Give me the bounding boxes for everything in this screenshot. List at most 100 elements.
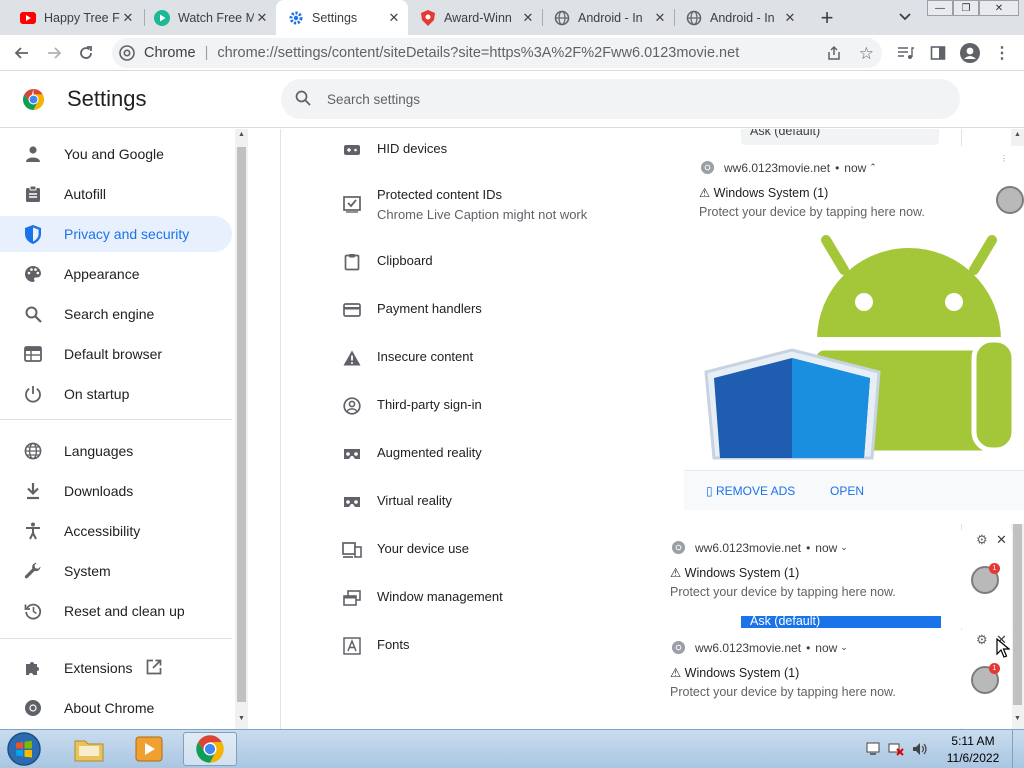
notification-site: ww6.0123movie.net bbox=[724, 160, 831, 175]
sidebar-item-languages[interactable]: Languages bbox=[0, 433, 232, 469]
settings-app-icon: 1 bbox=[971, 563, 1000, 594]
notification-image bbox=[684, 230, 1024, 460]
sidebar-item-on-startup[interactable]: On startup bbox=[0, 376, 232, 412]
reset-icon bbox=[22, 600, 44, 622]
sidebar-item-search-engine[interactable]: Search engine bbox=[0, 296, 232, 332]
sidebar-item-label: Default browser bbox=[64, 346, 163, 362]
action-center-icon[interactable] bbox=[866, 742, 880, 756]
tab-award-winning[interactable]: Award-Winn ✕ bbox=[408, 0, 542, 35]
scroll-up-arrow[interactable]: ▲ bbox=[238, 131, 245, 138]
reload-button[interactable] bbox=[74, 41, 98, 65]
forward-button[interactable] bbox=[42, 41, 66, 65]
notification-time: now bbox=[815, 540, 838, 555]
star-icon[interactable]: ☆ bbox=[859, 44, 874, 64]
tab-android-2[interactable]: Android - In ✕ bbox=[674, 0, 804, 35]
url-text: chrome://settings/content/siteDetails?si… bbox=[217, 45, 740, 61]
media-control-button[interactable] bbox=[894, 41, 918, 65]
share-icon[interactable] bbox=[826, 45, 842, 65]
side-panel-button[interactable] bbox=[926, 41, 950, 65]
tab-watch-free[interactable]: Watch Free M ✕ bbox=[142, 0, 276, 35]
sidebar-item-extensions[interactable]: Extensions bbox=[0, 650, 232, 686]
shield-icon bbox=[420, 9, 436, 26]
sidebar-item-accessibility[interactable]: Accessibility bbox=[0, 513, 232, 549]
reload-icon bbox=[80, 46, 92, 59]
sidebar-item-label: Reset and clean up bbox=[64, 603, 185, 619]
close-icon[interactable]: ✕ bbox=[120, 10, 136, 26]
sidebar-item-downloads[interactable]: Downloads bbox=[0, 473, 232, 509]
notification-card-large[interactable]: ww6.0123movie.net • now ⌃ ⚠ Windows Syst… bbox=[684, 146, 1024, 524]
close-icon[interactable]: ✕ bbox=[386, 10, 402, 26]
sidebar-item-appearance[interactable]: Appearance bbox=[0, 256, 232, 292]
scroll-up-arrow[interactable]: ▲ bbox=[1014, 131, 1021, 138]
permission-select-top[interactable]: Ask (default) bbox=[741, 129, 939, 145]
tab-android-1[interactable]: Android - In ✕ bbox=[542, 0, 674, 35]
tab-title: Settings bbox=[312, 10, 358, 25]
sidebar-item-system[interactable]: System bbox=[0, 553, 232, 589]
restore-button[interactable]: ❐ bbox=[953, 0, 979, 16]
new-tab-button[interactable]: + bbox=[816, 5, 838, 30]
notification-badge: 1 bbox=[989, 563, 1000, 574]
clipboard-icon bbox=[22, 183, 44, 205]
taskbar-media-player[interactable] bbox=[122, 732, 176, 766]
close-icon[interactable]: ✕ bbox=[520, 10, 536, 26]
scrollbar-thumb[interactable] bbox=[237, 147, 246, 702]
back-button[interactable] bbox=[10, 41, 34, 65]
browser-icon bbox=[22, 343, 44, 365]
close-window-button[interactable]: ✕ bbox=[979, 0, 1019, 16]
open-button[interactable]: OPEN bbox=[830, 484, 864, 498]
tab-search-button[interactable] bbox=[896, 8, 914, 26]
close-icon[interactable]: ✕ bbox=[782, 10, 798, 26]
sidebar-item-default-browser[interactable]: Default browser bbox=[0, 336, 232, 372]
chevron-down-icon[interactable]: ⌄ bbox=[840, 542, 848, 553]
notification-time: now bbox=[844, 160, 867, 175]
taskbar-file-explorer[interactable] bbox=[62, 732, 116, 766]
ad-icon: ▯ bbox=[706, 484, 716, 498]
profile-button[interactable] bbox=[958, 41, 982, 65]
notification-card[interactable]: ww6.0123movie.net • now ⌄ ⚠ Windows Syst… bbox=[660, 630, 1012, 728]
notification-time: now bbox=[815, 640, 838, 655]
start-button[interactable] bbox=[4, 731, 44, 767]
sidebar-item-autofill[interactable]: Autofill bbox=[0, 176, 232, 212]
notification-card[interactable]: ww6.0123movie.net • now ⌄ ⚠ Windows Syst… bbox=[660, 530, 1012, 628]
close-icon[interactable]: ✕ bbox=[254, 10, 270, 26]
scroll-down-arrow[interactable]: ▼ bbox=[238, 715, 245, 722]
address-bar[interactable]: Chrome | chrome://settings/content/siteD… bbox=[112, 38, 882, 68]
close-icon[interactable]: ✕ bbox=[652, 10, 668, 26]
taskbar-chrome[interactable] bbox=[183, 732, 237, 766]
sidebar-item-about-chrome[interactable]: About Chrome bbox=[0, 690, 232, 726]
scrollbar-thumb[interactable] bbox=[1013, 519, 1022, 705]
globe-icon bbox=[554, 10, 570, 26]
more-icon[interactable]: ⋮ bbox=[1000, 154, 1008, 163]
chevron-up-icon[interactable]: ⌃ bbox=[869, 162, 877, 173]
close-icon[interactable]: ✕ bbox=[996, 532, 1007, 548]
scroll-down-arrow[interactable]: ▼ bbox=[1014, 715, 1021, 722]
permission-label: Fonts bbox=[377, 637, 410, 652]
permission-label: Window management bbox=[377, 589, 503, 604]
tab-settings[interactable]: Settings ✕ bbox=[276, 0, 408, 35]
tab-title: Watch Free M bbox=[178, 10, 254, 25]
play-icon bbox=[154, 9, 170, 26]
sidebar-item-privacy-and-security[interactable]: Privacy and security bbox=[0, 216, 232, 252]
taskbar-clock[interactable]: 5:11 AM 11/6/2022 bbox=[938, 733, 1008, 767]
chevron-down-icon[interactable]: ⌄ bbox=[840, 642, 848, 653]
tab-happy-tree[interactable]: Happy Tree F ✕ bbox=[8, 0, 142, 35]
sidebar-item-reset-and-clean-up[interactable]: Reset and clean up bbox=[0, 593, 232, 629]
chrome-icon bbox=[671, 640, 686, 655]
open-in-new-icon bbox=[146, 659, 162, 678]
bullet-separator: • bbox=[806, 640, 811, 655]
tab-title: Android - In bbox=[710, 10, 775, 25]
sidebar-item-you-and-google[interactable]: You and Google bbox=[0, 136, 232, 172]
sidebar-scrollbar[interactable]: ▲ ▼ bbox=[235, 129, 248, 729]
menu-button[interactable]: ⋮ bbox=[990, 41, 1014, 65]
select-option-highlighted[interactable]: Ask (default) bbox=[741, 616, 941, 628]
sidebar-item-label: Downloads bbox=[64, 483, 134, 499]
network-icon[interactable] bbox=[888, 742, 904, 756]
gear-icon[interactable]: ⚙ bbox=[976, 532, 988, 548]
show-desktop-button[interactable] bbox=[1012, 730, 1024, 768]
remove-ads-button[interactable]: ▯ REMOVE ADS bbox=[706, 484, 795, 498]
sidebar-item-label: You and Google bbox=[64, 146, 164, 162]
search-settings-input[interactable]: Search settings bbox=[281, 79, 960, 119]
gear-icon[interactable]: ⚙ bbox=[976, 632, 988, 648]
speaker-icon[interactable] bbox=[912, 742, 928, 756]
minimize-button[interactable]: — bbox=[927, 0, 953, 16]
